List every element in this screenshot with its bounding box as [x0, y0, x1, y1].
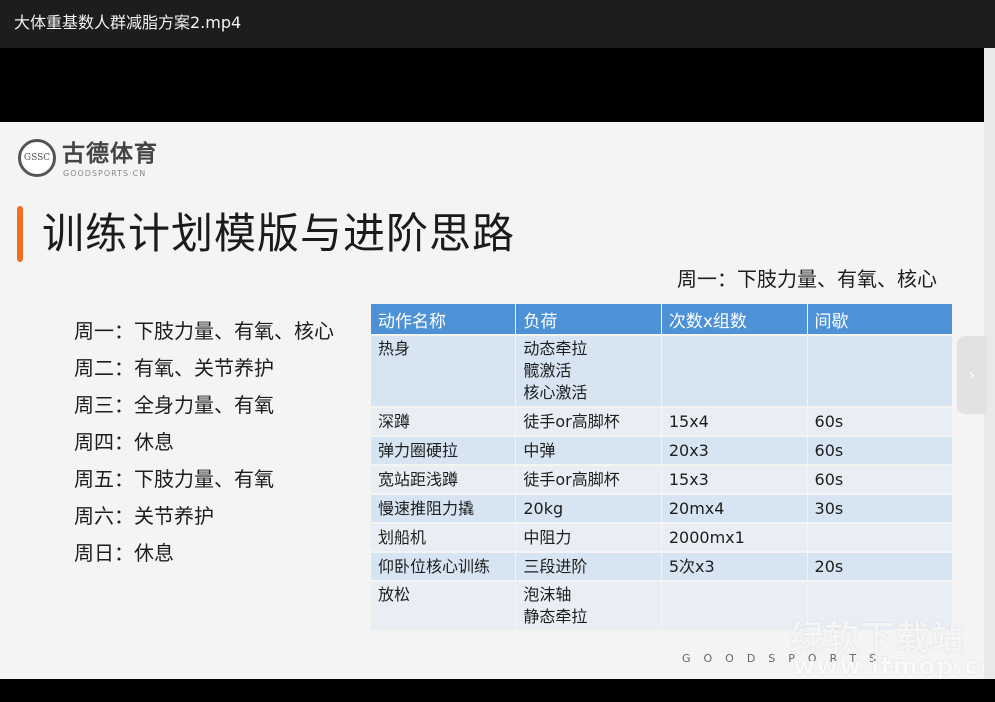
cell-exercise: 宽站距浅蹲	[371, 464, 517, 494]
chevron-right-icon: ›	[968, 365, 976, 384]
load-line: 核心激活	[523, 383, 588, 402]
table-row: 划船机 中阻力 2000mx1	[371, 522, 954, 552]
cell-reps: 20mx4	[661, 493, 808, 523]
window-title: 大体重基数人群减脂方案2.mp4	[14, 13, 242, 32]
schedule-item: 周一：下肢力量、有氧、核心	[74, 319, 334, 343]
header-rest: 间歇	[807, 304, 954, 335]
header-reps-sets: 次数x组数	[661, 304, 808, 335]
load-line: 动态牵拉	[523, 339, 588, 358]
weekly-schedule: 周一：下肢力量、有氧、核心 周二：有氧、关节养护 周三：全身力量、有氧 周四：休…	[74, 315, 334, 574]
table-row: 热身 动态牵拉 髋激活 核心激活	[371, 334, 954, 407]
cell-load: 动态牵拉 髋激活 核心激活	[515, 334, 662, 407]
cell-load: 泡沫轴 静态牵拉	[515, 580, 662, 630]
cell-rest: 60s	[807, 464, 954, 494]
table-header-row: 动作名称 负荷 次数x组数 间歇	[371, 304, 954, 335]
cell-rest: 60s	[807, 435, 954, 465]
cell-reps	[661, 580, 808, 630]
logo-seal: GSSC	[18, 139, 56, 177]
table-row: 宽站距浅蹲 徒手or高脚杯 15x3 60s	[371, 464, 954, 494]
cell-exercise: 热身	[371, 334, 517, 407]
load-line: 泡沫轴	[523, 585, 572, 604]
slide-title: 训练计划模版与进阶思路	[42, 209, 516, 258]
cell-load: 20kg	[515, 493, 662, 523]
header-load: 负荷	[515, 304, 662, 335]
watermark-url: www.itmop.com	[793, 652, 984, 679]
table-row: 慢速推阻力撬 20kg 20mx4 30s	[371, 493, 954, 523]
player-bottom-bar	[0, 679, 995, 702]
schedule-item: 周三：全身力量、有氧	[74, 393, 274, 417]
load-line: 静态牵拉	[523, 607, 588, 626]
cell-reps: 5次x3	[661, 551, 808, 581]
load-line: 髋激活	[523, 361, 572, 380]
cell-exercise: 慢速推阻力撬	[371, 493, 517, 523]
cell-reps: 2000mx1	[661, 522, 808, 552]
table-row: 深蹲 徒手or高脚杯 15x4 60s	[371, 406, 954, 436]
cell-load: 中弹	[515, 435, 662, 465]
logo-subtitle: GOODSPORTS·CN	[63, 169, 147, 178]
table-row: 仰卧位核心训练 三段进阶 5次x3 20s	[371, 551, 954, 581]
cell-rest: 20s	[807, 551, 954, 581]
schedule-item: 周六：关节养护	[74, 504, 214, 528]
cell-rest	[807, 522, 954, 552]
cell-exercise: 深蹲	[371, 406, 517, 436]
cell-exercise: 仰卧位核心训练	[371, 551, 517, 581]
cell-rest: 30s	[807, 493, 954, 523]
cell-reps	[661, 334, 808, 407]
header-exercise: 动作名称	[371, 304, 517, 335]
cell-rest	[807, 334, 954, 407]
table-caption: 周一：下肢力量、有氧、核心	[677, 267, 937, 291]
cell-load: 徒手or高脚杯	[515, 406, 662, 436]
cell-reps: 15x4	[661, 406, 808, 436]
cell-exercise: 放松	[371, 580, 517, 630]
schedule-item: 周日：休息	[74, 541, 174, 565]
cell-reps: 15x3	[661, 464, 808, 494]
cell-load: 三段进阶	[515, 551, 662, 581]
cell-exercise: 划船机	[371, 522, 517, 552]
cell-reps: 20x3	[661, 435, 808, 465]
video-frame-slide: GSSC 古德体育 GOODSPORTS·CN 训练计划模版与进阶思路 周一：下…	[0, 122, 984, 679]
schedule-item: 周四：休息	[74, 430, 174, 454]
window-title-bar: 大体重基数人群减脂方案2.mp4	[0, 0, 995, 48]
title-accent-bar	[17, 206, 23, 262]
brand-logo: GSSC 古德体育 GOODSPORTS·CN	[18, 139, 188, 183]
training-plan-table: 动作名称 负荷 次数x组数 间歇 热身 动态牵拉 髋激活 核心激活 深蹲 徒手o…	[371, 304, 954, 630]
table-row: 弹力圈硬拉 中弹 20x3 60s	[371, 435, 954, 465]
cell-load: 徒手or高脚杯	[515, 464, 662, 494]
cell-rest: 60s	[807, 406, 954, 436]
cell-exercise: 弹力圈硬拉	[371, 435, 517, 465]
next-slide-button[interactable]: ›	[957, 336, 987, 414]
schedule-item: 周二：有氧、关节养护	[74, 356, 274, 380]
cell-load: 中阻力	[515, 522, 662, 552]
logo-name: 古德体育	[62, 141, 158, 167]
schedule-item: 周五：下肢力量、有氧	[74, 467, 274, 491]
